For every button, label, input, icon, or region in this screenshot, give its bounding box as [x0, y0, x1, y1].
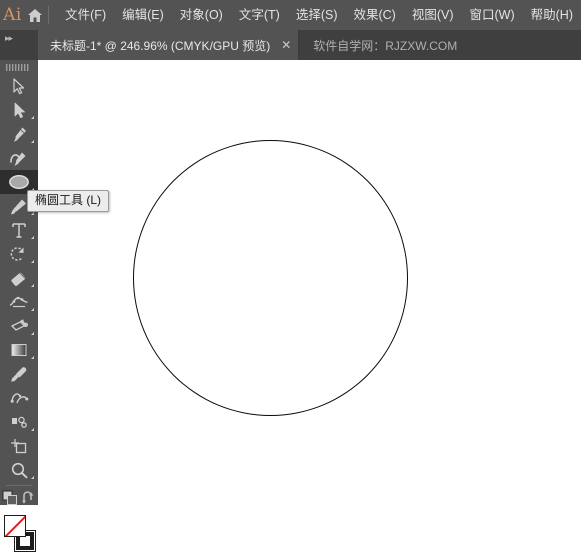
tool-rotate[interactable]	[0, 242, 38, 266]
document-tab[interactable]: 未标题-1* @ 246.96% (CMYK/GPU 预览) ✕	[38, 30, 300, 60]
menu-divider	[48, 6, 50, 24]
tool-blend[interactable]	[0, 386, 38, 410]
document-canvas[interactable]	[38, 60, 581, 505]
fill-stroke-swatches	[0, 513, 38, 557]
flyout-indicator-icon	[31, 212, 34, 215]
flyout-indicator-icon	[31, 308, 34, 311]
app-logo: Ai	[3, 5, 22, 25]
tool-eraser[interactable]	[0, 266, 38, 290]
home-icon[interactable]	[25, 0, 45, 30]
menu-item-type[interactable]: 文字(T)	[231, 0, 288, 30]
flyout-indicator-icon	[31, 476, 34, 479]
toolbar-bottom-controls	[0, 489, 38, 511]
menu-bar: Ai 文件(F) 编辑(E) 对象(O) 文字(T) 选择(S) 效果(C) 视…	[0, 0, 581, 30]
document-tab-bar: ▸▸ 未标题-1* @ 246.96% (CMYK/GPU 预览) ✕ 软件自学…	[0, 30, 581, 60]
tools-panel	[0, 60, 38, 552]
tool-pen[interactable]	[0, 122, 38, 146]
tool-zoom[interactable]	[0, 458, 38, 482]
menu-item-edit[interactable]: 编辑(E)	[114, 0, 172, 30]
menu-item-object[interactable]: 对象(O)	[172, 0, 231, 30]
flyout-indicator-icon	[31, 428, 34, 431]
flyout-indicator-icon	[31, 140, 34, 143]
tool-symbol-sprayer[interactable]	[0, 410, 38, 434]
menu-item-window[interactable]: 窗口(W)	[462, 0, 523, 30]
tool-selection[interactable]	[0, 74, 38, 98]
menu-item-file[interactable]: 文件(F)	[57, 0, 114, 30]
tool-curvature[interactable]	[0, 146, 38, 170]
menu-item-select[interactable]: 选择(S)	[288, 0, 346, 30]
flyout-indicator-icon	[31, 332, 34, 335]
flyout-indicator-icon	[31, 284, 34, 287]
tool-eyedropper[interactable]	[0, 362, 38, 386]
menu-item-view[interactable]: 视图(V)	[404, 0, 462, 30]
tool-direct-selection[interactable]	[0, 98, 38, 122]
fill-swatch[interactable]	[4, 515, 26, 537]
menu-item-list: 文件(F) 编辑(E) 对象(O) 文字(T) 选择(S) 效果(C) 视图(V…	[57, 0, 581, 30]
chevron-double-right-icon: ▸▸	[5, 33, 13, 43]
document-tab-title: 未标题-1* @ 246.96% (CMYK/GPU 预览)	[50, 38, 271, 53]
tool-gradient[interactable]	[0, 338, 38, 362]
menu-item-help[interactable]: 帮助(H)	[523, 0, 581, 30]
no-fill-slash-icon	[5, 516, 25, 536]
screen-mode-icon[interactable]	[2, 490, 19, 511]
toolbar-divider	[6, 485, 32, 486]
swap-arrow-icon[interactable]	[22, 490, 36, 510]
tool-artboard[interactable]	[0, 434, 38, 458]
flyout-indicator-icon	[31, 260, 34, 263]
close-icon[interactable]: ✕	[280, 38, 292, 52]
flyout-indicator-icon	[31, 356, 34, 359]
tools-panel-grip[interactable]	[0, 60, 38, 74]
illustrator-window: Ai 文件(F) 编辑(E) 对象(O) 文字(T) 选择(S) 效果(C) 视…	[0, 0, 581, 552]
flyout-indicator-icon	[31, 236, 34, 239]
ellipse-shape[interactable]	[133, 140, 408, 416]
panel-expand-toggle[interactable]: ▸▸	[0, 30, 38, 60]
menu-item-effect[interactable]: 效果(C)	[345, 0, 403, 30]
flyout-indicator-icon	[31, 116, 34, 119]
tool-tooltip: 椭圆工具 (L)	[27, 190, 110, 212]
tool-width[interactable]	[0, 290, 38, 314]
tool-type[interactable]	[0, 218, 38, 242]
tool-free-transform[interactable]	[0, 314, 38, 338]
watermark-text: 软件自学网：RJZXW.COM	[313, 38, 458, 53]
